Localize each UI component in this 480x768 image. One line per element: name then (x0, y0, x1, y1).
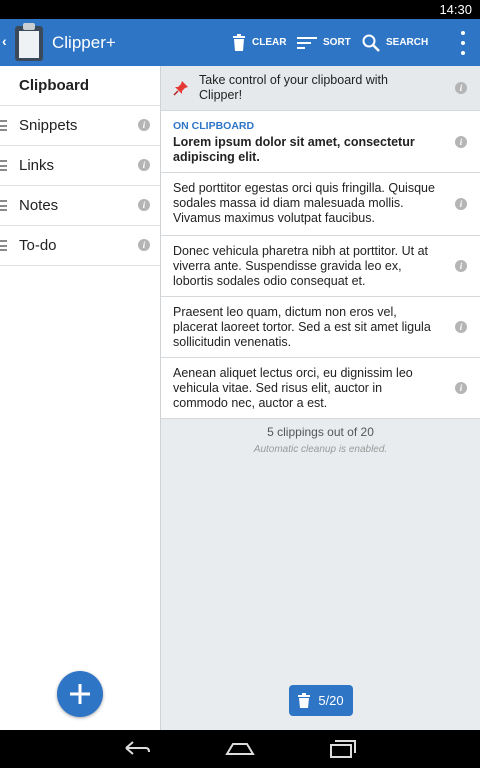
sort-icon (297, 36, 317, 49)
drag-handle-icon[interactable] (0, 200, 7, 211)
info-icon[interactable]: i (138, 119, 150, 131)
home-icon[interactable] (224, 736, 256, 760)
drag-handle-icon[interactable] (0, 120, 7, 131)
sidebar-item-label: Snippets (19, 117, 78, 134)
back-chevron-icon[interactable]: ‹ (2, 33, 7, 49)
pinned-tip-row[interactable]: Take control of your clipboard with Clip… (161, 66, 480, 111)
info-icon[interactable]: i (455, 321, 467, 333)
status-bar: 14:30 (0, 0, 480, 19)
clipping-text: Sed porttitor egestas orci quis fringill… (173, 181, 435, 225)
counter-label: 5/20 (318, 693, 344, 708)
overflow-menu-icon[interactable] (460, 31, 466, 55)
clipping-count: 5 clippings out of 20 (267, 425, 374, 439)
drag-handle-icon[interactable] (0, 240, 7, 251)
current-clipping-row[interactable]: ON CLIPBOARD Lorem ipsum dolor sit amet,… (161, 111, 480, 173)
clipping-text: Aenean aliquet lectus orci, eu dignissim… (173, 366, 413, 410)
clipping-text: Lorem ipsum dolor sit amet, consectetur … (173, 135, 415, 164)
list-item[interactable]: Aenean aliquet lectus orci, eu dignissim… (161, 358, 480, 419)
clipboard-logo-icon[interactable] (12, 21, 46, 63)
app-title: Clipper+ (52, 33, 116, 52)
recent-apps-icon[interactable] (327, 736, 359, 760)
sidebar-item-label: Notes (19, 197, 59, 214)
info-icon[interactable]: i (455, 198, 467, 210)
info-icon[interactable]: i (455, 136, 467, 148)
info-icon[interactable]: i (138, 159, 150, 171)
list-item[interactable]: Sed porttitor egestas orci quis fringill… (161, 173, 480, 236)
action-bar: ‹ Clipper+ CLEAR SORT SEARCH (0, 19, 480, 66)
list-item[interactable]: Praesent leo quam, dictum non eros vel, … (161, 297, 480, 358)
search-label: SEARCH (386, 37, 429, 48)
sidebar-item-label: Links (19, 157, 55, 174)
search-button[interactable]: SEARCH (362, 19, 428, 66)
pin-icon (173, 81, 188, 96)
sort-label: SORT (323, 37, 351, 48)
search-icon (362, 34, 380, 52)
on-clipboard-heading: ON CLIPBOARD (173, 120, 255, 132)
trash-icon (298, 693, 311, 708)
status-time: 14:30 (439, 2, 472, 17)
clipboard-pane: Take control of your clipboard with Clip… (161, 66, 480, 730)
sidebar-item-notes[interactable]: Notes i (0, 186, 160, 226)
clear-button[interactable]: CLEAR (232, 19, 286, 66)
sidebar: Clipboard Snippets i Links i Notes i To-… (0, 66, 160, 730)
back-icon[interactable] (121, 736, 153, 760)
sidebar-item-snippets[interactable]: Snippets i (0, 106, 160, 146)
trash-icon (233, 34, 245, 51)
info-icon[interactable]: i (455, 260, 467, 272)
clipping-text: Donec vehicula pharetra nibh at porttito… (173, 244, 429, 288)
sidebar-item-clipboard[interactable]: Clipboard (0, 66, 160, 106)
info-icon[interactable]: i (138, 199, 150, 211)
drag-handle-icon[interactable] (0, 160, 7, 171)
pinned-tip-text: Take control of your clipboard with Clip… (199, 73, 388, 102)
list-item[interactable]: Donec vehicula pharetra nibh at porttito… (161, 236, 480, 297)
sort-button[interactable]: SORT (297, 19, 351, 66)
sidebar-item-links[interactable]: Links i (0, 146, 160, 186)
clipping-text: Praesent leo quam, dictum non eros vel, … (173, 305, 431, 349)
cleanup-note: Automatic cleanup is enabled. (253, 444, 388, 455)
add-button[interactable] (57, 671, 103, 717)
plus-icon (70, 684, 90, 704)
info-icon[interactable]: i (138, 239, 150, 251)
info-icon[interactable]: i (455, 82, 467, 94)
clipping-counter-button[interactable]: 5/20 (289, 685, 353, 716)
sidebar-item-label: To-do (19, 237, 57, 254)
system-nav-bar (0, 730, 480, 768)
sidebar-item-todo[interactable]: To-do i (0, 226, 160, 266)
info-icon[interactable]: i (455, 382, 467, 394)
clear-label: CLEAR (252, 37, 287, 48)
sidebar-item-label: Clipboard (19, 77, 89, 94)
